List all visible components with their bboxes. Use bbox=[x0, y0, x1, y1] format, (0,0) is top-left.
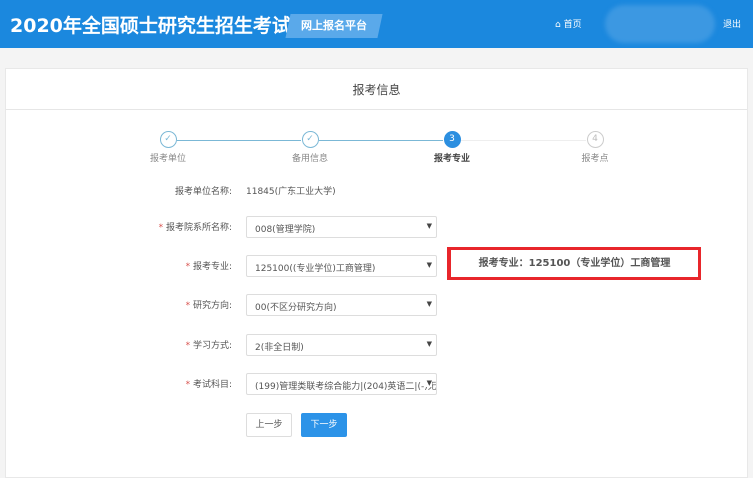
check-icon: ✓ bbox=[159, 131, 177, 148]
step-2: ✓ 备用信息 bbox=[270, 131, 350, 164]
header: 2020年全国硕士研究生招生考试 网上报名平台 ⌂ 首页 退出 bbox=[0, 0, 753, 48]
unit-value: 11845(广东工业大学) bbox=[246, 187, 336, 197]
blurred-username bbox=[605, 5, 715, 43]
divider bbox=[6, 109, 747, 110]
step-4: 4 报考点 bbox=[555, 131, 635, 164]
dept-select[interactable]: 008(管理学院) ▼ bbox=[246, 216, 437, 238]
platform-badge: 网上报名平台 bbox=[285, 14, 383, 38]
major-select[interactable]: 125100((专业学位)工商管理) ▼ bbox=[246, 255, 437, 277]
caret-down-icon: ▼ bbox=[424, 261, 432, 269]
step-1: ✓ 报考单位 bbox=[128, 131, 208, 164]
caret-down-icon: ▼ bbox=[424, 379, 432, 387]
row-dept: * 报考院系所名称: 008(管理学院) ▼ bbox=[0, 216, 740, 238]
row-subjects: * 考试科目: (199)管理类联考综合能力|(204)英语二|(-)无 ▼ bbox=[0, 373, 740, 395]
caret-down-icon: ▼ bbox=[424, 300, 432, 308]
prev-button[interactable]: 上一步 bbox=[246, 413, 292, 437]
home-link[interactable]: ⌂ 首页 bbox=[555, 17, 582, 30]
check-icon: ✓ bbox=[301, 131, 319, 148]
mode-select[interactable]: 2(非全日制) ▼ bbox=[246, 334, 437, 356]
logout-link[interactable]: 退出 bbox=[723, 17, 741, 30]
card-title: 报考信息 bbox=[352, 83, 401, 97]
subjects-select[interactable]: (199)管理类联考综合能力|(204)英语二|(-)无 ▼ bbox=[246, 373, 437, 395]
caret-down-icon: ▼ bbox=[424, 222, 432, 230]
row-direction: * 研究方向: 00(不区分研究方向) ▼ bbox=[0, 294, 740, 316]
row-mode: * 学习方式: 2(非全日制) ▼ bbox=[0, 334, 740, 356]
row-unit: 报考单位名称: 11845(广东工业大学) bbox=[0, 180, 740, 202]
next-button[interactable]: 下一步 bbox=[301, 413, 347, 437]
home-icon: ⌂ bbox=[555, 20, 561, 30]
step-3: 3 报考专业 bbox=[412, 131, 492, 164]
caret-down-icon: ▼ bbox=[424, 340, 432, 348]
app-title: 2020年全国硕士研究生招生考试 bbox=[10, 15, 291, 37]
highlight-annotation: 报考专业：125100（专业学位）工商管理 bbox=[447, 247, 701, 280]
direction-select[interactable]: 00(不区分研究方向) ▼ bbox=[246, 294, 437, 316]
